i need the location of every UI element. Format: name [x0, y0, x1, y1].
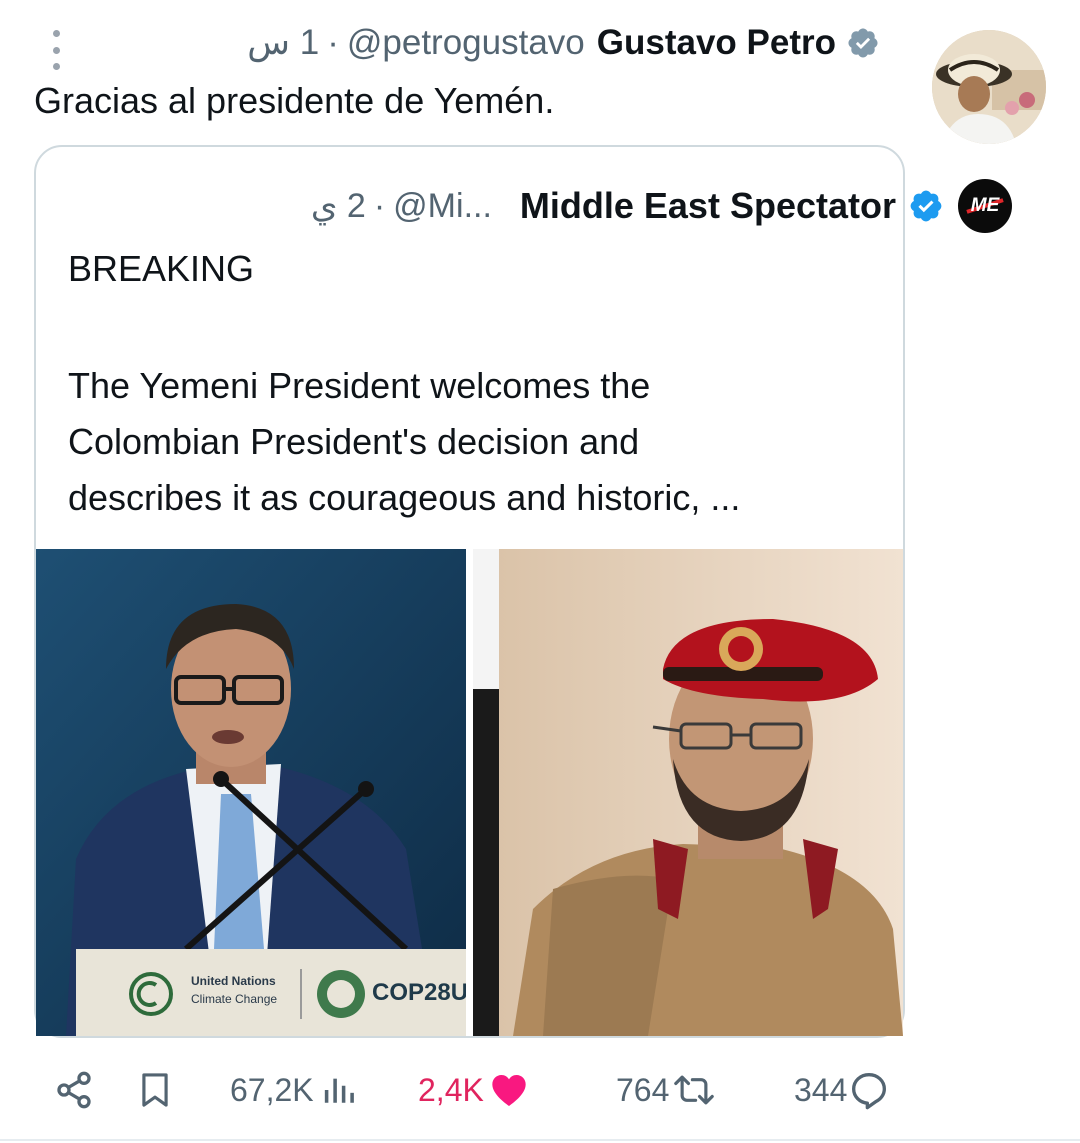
share-icon [57, 1071, 91, 1109]
author-name[interactable]: Gustavo Petro [597, 23, 836, 63]
tweet-header: 1 س · @petrogustavo Gustavo Petro [247, 20, 880, 66]
quoted-image-left[interactable]: United Nations Climate Change COP28UAI [36, 549, 466, 1036]
quoted-image-right[interactable] [473, 549, 903, 1036]
share-button[interactable] [54, 1062, 94, 1118]
verified-badge-icon [910, 190, 942, 222]
replies-count: 344 [794, 1071, 848, 1108]
un-logo-subtext: Climate Change [191, 992, 278, 1006]
bookmark-button[interactable] [136, 1062, 174, 1118]
tweet-action-bar: 67,2K 2,4K 764 344 [0, 1062, 1080, 1118]
quoted-body: The Yemeni President welcomes the Colomb… [68, 358, 888, 526]
verified-badge-icon [848, 28, 878, 58]
reply-button[interactable]: 344 [794, 1062, 889, 1118]
officer-photo [473, 549, 903, 1036]
un-logo-text: United Nations [191, 974, 276, 988]
quoted-author-name[interactable]: Middle East Spectator [520, 185, 896, 227]
reply-bubble-icon [852, 1073, 887, 1110]
likes-count: 2,4K [418, 1071, 484, 1108]
retweets-count: 764 [616, 1071, 670, 1108]
quoted-body-line: Colombian President's decision and [68, 421, 640, 462]
tweet-time[interactable]: 1 س [247, 23, 319, 63]
speaker-photo [36, 549, 466, 1036]
bookmark-icon [142, 1073, 168, 1107]
quoted-tweet-time[interactable]: 2 ي [311, 186, 366, 226]
tweet-text: Gracias al presidente de Yemén. [34, 80, 555, 121]
more-options-icon[interactable] [44, 30, 68, 70]
quoted-author-avatar[interactable]: ME [958, 179, 1012, 233]
author-avatar[interactable] [932, 30, 1046, 144]
heart-filled-icon [492, 1075, 526, 1106]
quoted-headline: BREAKING [68, 248, 255, 289]
meta-separator: · [327, 23, 339, 62]
user-avatar-photo [932, 30, 1046, 144]
like-button[interactable]: 2,4K [418, 1062, 530, 1118]
quoted-body-line: The Yemeni President welcomes the [68, 365, 651, 406]
retweet-icon [674, 1075, 715, 1105]
views-chart-icon [324, 1078, 354, 1103]
quoted-tweet-header: 2 ي · @Mi... Middle East Spectator ME [34, 179, 1046, 233]
quoted-meta-separator: · [373, 186, 386, 225]
views-count: 67,2K [230, 1071, 314, 1108]
quoted-avatar-logo: ME [970, 195, 1000, 216]
quoted-author-handle[interactable]: @Mi... [393, 187, 492, 226]
divider [0, 1139, 1080, 1141]
cop-logo-text: COP28UAI [372, 979, 466, 1006]
retweet-button[interactable]: 764 [616, 1062, 715, 1118]
quoted-body-line: describes it as courageous and historic,… [68, 477, 741, 518]
author-handle[interactable]: @petrogustavo [347, 23, 585, 63]
views-button[interactable]: 67,2K [230, 1062, 356, 1118]
